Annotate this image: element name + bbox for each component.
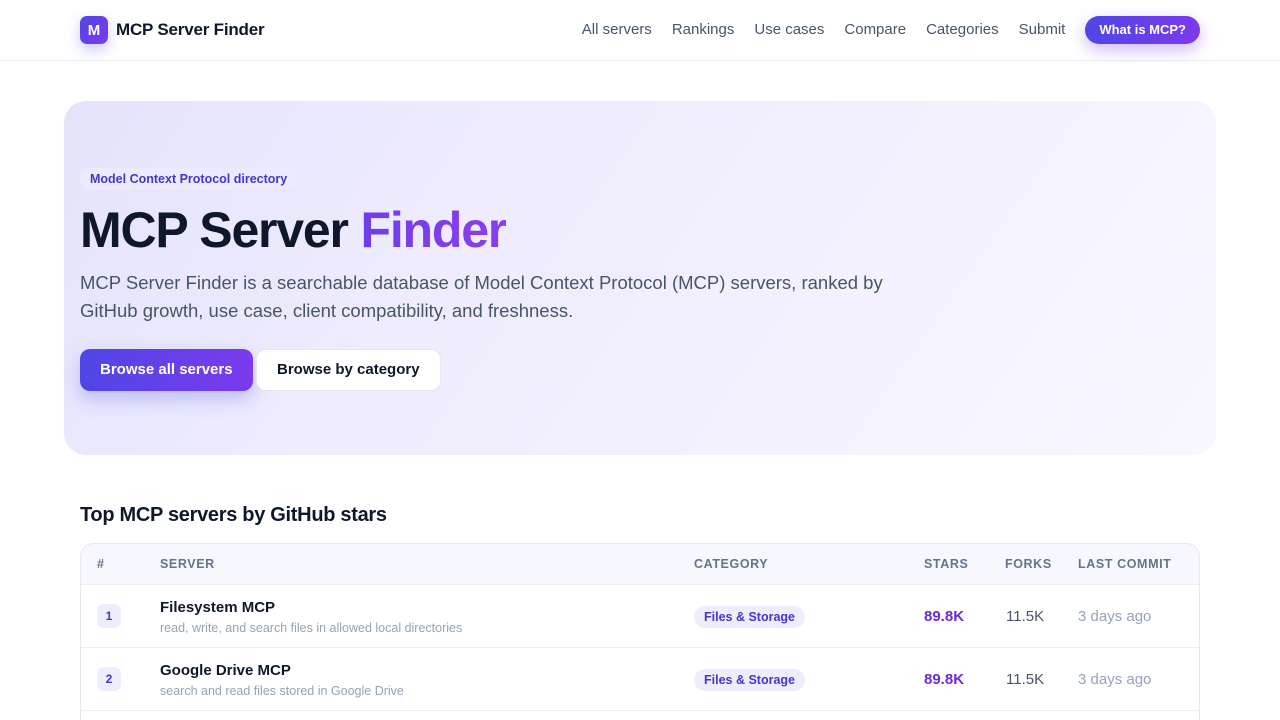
brand-logo-link[interactable]: M MCP Server Finder <box>80 16 265 44</box>
nav-link-all-servers[interactable]: All servers <box>582 16 652 44</box>
brand-mark-icon: M <box>80 16 108 44</box>
table-row[interactable]: 1 Filesystem MCP read, write, and search… <box>81 585 1199 648</box>
column-header-category: CATEGORY <box>694 557 769 571</box>
rank-badge: 2 <box>97 667 121 691</box>
nav-link-use-cases[interactable]: Use cases <box>754 16 824 44</box>
rankings-table: # SERVER CATEGORY STARS FORKS LAST COMMI… <box>80 543 1200 720</box>
page-title-main: MCP Server <box>80 202 361 258</box>
table-row[interactable]: 2 Google Drive MCP search and read files… <box>81 648 1199 711</box>
column-header-forks: FORKS <box>1005 557 1052 571</box>
nav-link-rankings[interactable]: Rankings <box>672 16 735 44</box>
column-header-last-commit: LAST COMMIT <box>1078 557 1172 571</box>
server-name-link[interactable]: Google Drive MCP <box>160 662 291 679</box>
nav-link-compare[interactable]: Compare <box>844 16 906 44</box>
main-nav: All servers Rankings Use cases Compare C… <box>562 16 1200 44</box>
last-commit-time: 3 days ago <box>1078 671 1152 688</box>
nav-link-submit[interactable]: Submit <box>1019 16 1066 44</box>
stars-count: 89.8K <box>924 671 965 688</box>
server-name-link[interactable]: Filesystem MCP <box>160 599 275 616</box>
browse-by-category-button[interactable]: Browse by category <box>256 349 441 391</box>
forks-count: 11.5K <box>1006 608 1045 625</box>
category-badge[interactable]: Files & Storage <box>694 606 805 628</box>
column-header-rank: # <box>97 557 105 571</box>
category-badge[interactable]: Files & Storage <box>694 669 805 691</box>
server-description: read, write, and search files in allowed… <box>160 621 463 635</box>
column-header-server: SERVER <box>160 557 215 571</box>
nav-link-categories[interactable]: Categories <box>926 16 999 44</box>
page-title: MCP Server Finder <box>80 201 507 259</box>
brand-name: MCP Server Finder <box>116 20 265 39</box>
what-is-mcp-button[interactable]: What is MCP? <box>1085 16 1200 44</box>
browse-all-servers-button[interactable]: Browse all servers <box>80 349 253 391</box>
rank-badge: 1 <box>97 604 121 628</box>
top-navigation-bar: M MCP Server Finder All servers Rankings… <box>0 0 1280 61</box>
rankings-section-title: Top MCP servers by GitHub stars <box>80 504 387 526</box>
page-title-accent: Finder <box>360 202 507 258</box>
hero-description: MCP Server Finder is a searchable databa… <box>80 272 883 321</box>
table-header: # SERVER CATEGORY STARS FORKS LAST COMMI… <box>81 544 1199 585</box>
hero-section: Model Context Protocol directory MCP Ser… <box>64 101 1216 455</box>
stars-count: 89.8K <box>924 608 965 625</box>
forks-count: 11.5K <box>1006 671 1045 688</box>
server-description: search and read files stored in Google D… <box>160 684 404 698</box>
last-commit-time: 3 days ago <box>1078 608 1152 625</box>
hero-eyebrow-badge: Model Context Protocol directory <box>80 168 298 190</box>
column-header-stars: STARS <box>924 557 969 571</box>
